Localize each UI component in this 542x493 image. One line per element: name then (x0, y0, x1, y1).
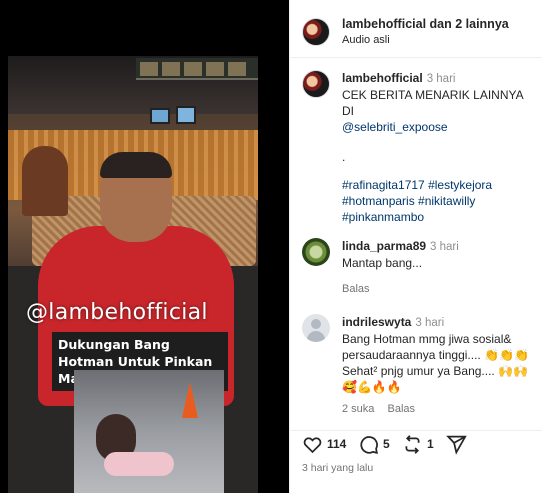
caption-hashtags[interactable]: #rafinagita1717 #lestykejora (342, 177, 538, 193)
caption-text: CEK BERITA MENARIK LAINNYA DI (342, 88, 523, 118)
comment-meta: Balas (342, 281, 538, 297)
collab-label[interactable]: dan 2 lainnya (430, 17, 509, 31)
video-scene-menu-board (136, 58, 258, 80)
comment-time[interactable]: 3 hari (430, 241, 459, 253)
comment-text: 🥰💪🔥🔥 (342, 380, 402, 394)
like-button[interactable]: 114 (302, 433, 346, 455)
comment-meta: 2 suka Balas (342, 401, 538, 417)
post-author-line: lambehofficial dan 2 lainnya (342, 17, 509, 31)
video-scene-person-background (22, 146, 68, 216)
video-scene-person-hair (100, 152, 172, 178)
post-header: lambehofficial dan 2 lainnya Audio asli (290, 0, 542, 58)
post-side-panel: lambehofficial dan 2 lainnya Audio asli … (289, 0, 542, 493)
action-bar: 114 5 1 (290, 430, 542, 458)
video-scene-screen (150, 108, 170, 124)
post-media[interactable]: @lambehofficial Dukungan Bang Hotman Unt… (0, 0, 289, 493)
post-timestamp[interactable]: 3 hari yang lalu (302, 462, 373, 474)
comment-text: Sehat² pnjg umur ya Bang.... 🙌🙌 (342, 364, 528, 378)
caption-hashtags[interactable]: #hotmanparis #nikitawilly (342, 193, 538, 209)
caption-hashtags[interactable]: #pinkanmambo (342, 209, 538, 225)
post-author[interactable]: lambehofficial (342, 17, 426, 31)
caption-body: lambehofficial 3 hari CEK BERITA MENARIK … (342, 70, 538, 225)
repost-icon (405, 434, 420, 454)
comment-button[interactable]: 5 (358, 433, 390, 455)
video-watermark: @lambehofficial (26, 300, 208, 325)
comment-text: persaudaraannya tinggi.... 👏👏👏 (342, 348, 529, 362)
caption-mention[interactable]: @selebriti_expoose (342, 119, 538, 135)
comment-time[interactable]: 3 hari (415, 317, 444, 329)
comment-icon (360, 435, 378, 454)
comment-body: linda_parma89 3 hari Mantap bang... Balas (342, 238, 538, 297)
caption-time[interactable]: 3 hari (427, 73, 456, 85)
avatar[interactable] (302, 18, 330, 46)
comment-username[interactable]: linda_parma89 (342, 239, 426, 253)
like-count: 114 (327, 437, 347, 451)
avatar[interactable] (302, 238, 330, 266)
share-button[interactable] (446, 433, 467, 455)
comment-body: indrileswyta 3 hari Bang Hotman mmg jiwa … (342, 314, 538, 417)
video-scene-screen (176, 106, 196, 124)
avatar[interactable] (302, 314, 330, 342)
comment-username[interactable]: indrileswyta (342, 315, 411, 329)
share-icon (446, 435, 467, 455)
repost-button[interactable]: 1 (402, 433, 434, 455)
comment-likes[interactable]: 2 suka (342, 403, 374, 415)
comment-text: Bang Hotman mmg jiwa sosial& (342, 332, 512, 346)
caption-dot: . (342, 150, 346, 164)
reply-button[interactable]: Balas (342, 283, 370, 295)
comment-count: 5 (383, 437, 390, 451)
avatar[interactable] (302, 70, 330, 98)
video-inset-clip (74, 370, 224, 493)
heart-icon (303, 436, 322, 453)
traffic-cone (182, 382, 198, 418)
audio-label[interactable]: Audio asli (342, 34, 390, 46)
video-player[interactable]: @lambehofficial Dukungan Bang Hotman Unt… (8, 56, 258, 493)
inset-person-skirt (104, 452, 174, 476)
caption-username[interactable]: lambehofficial (342, 71, 423, 85)
reply-button[interactable]: Balas (387, 403, 415, 415)
comment-text: Mantap bang... (342, 256, 423, 270)
repost-count: 1 (427, 437, 434, 451)
